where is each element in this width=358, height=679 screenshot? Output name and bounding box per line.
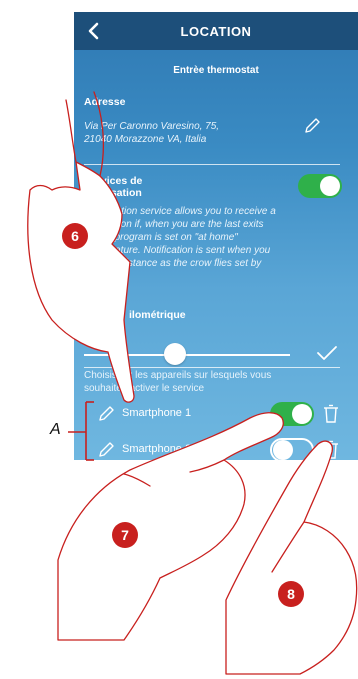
step-badge-6: 6 — [62, 223, 88, 249]
step-badge-7: 7 — [112, 522, 138, 548]
step-badge-8: 8 — [278, 581, 304, 607]
instruction-hands-illustration — [27, 91, 358, 675]
bracket-label-a: A — [50, 421, 61, 438]
